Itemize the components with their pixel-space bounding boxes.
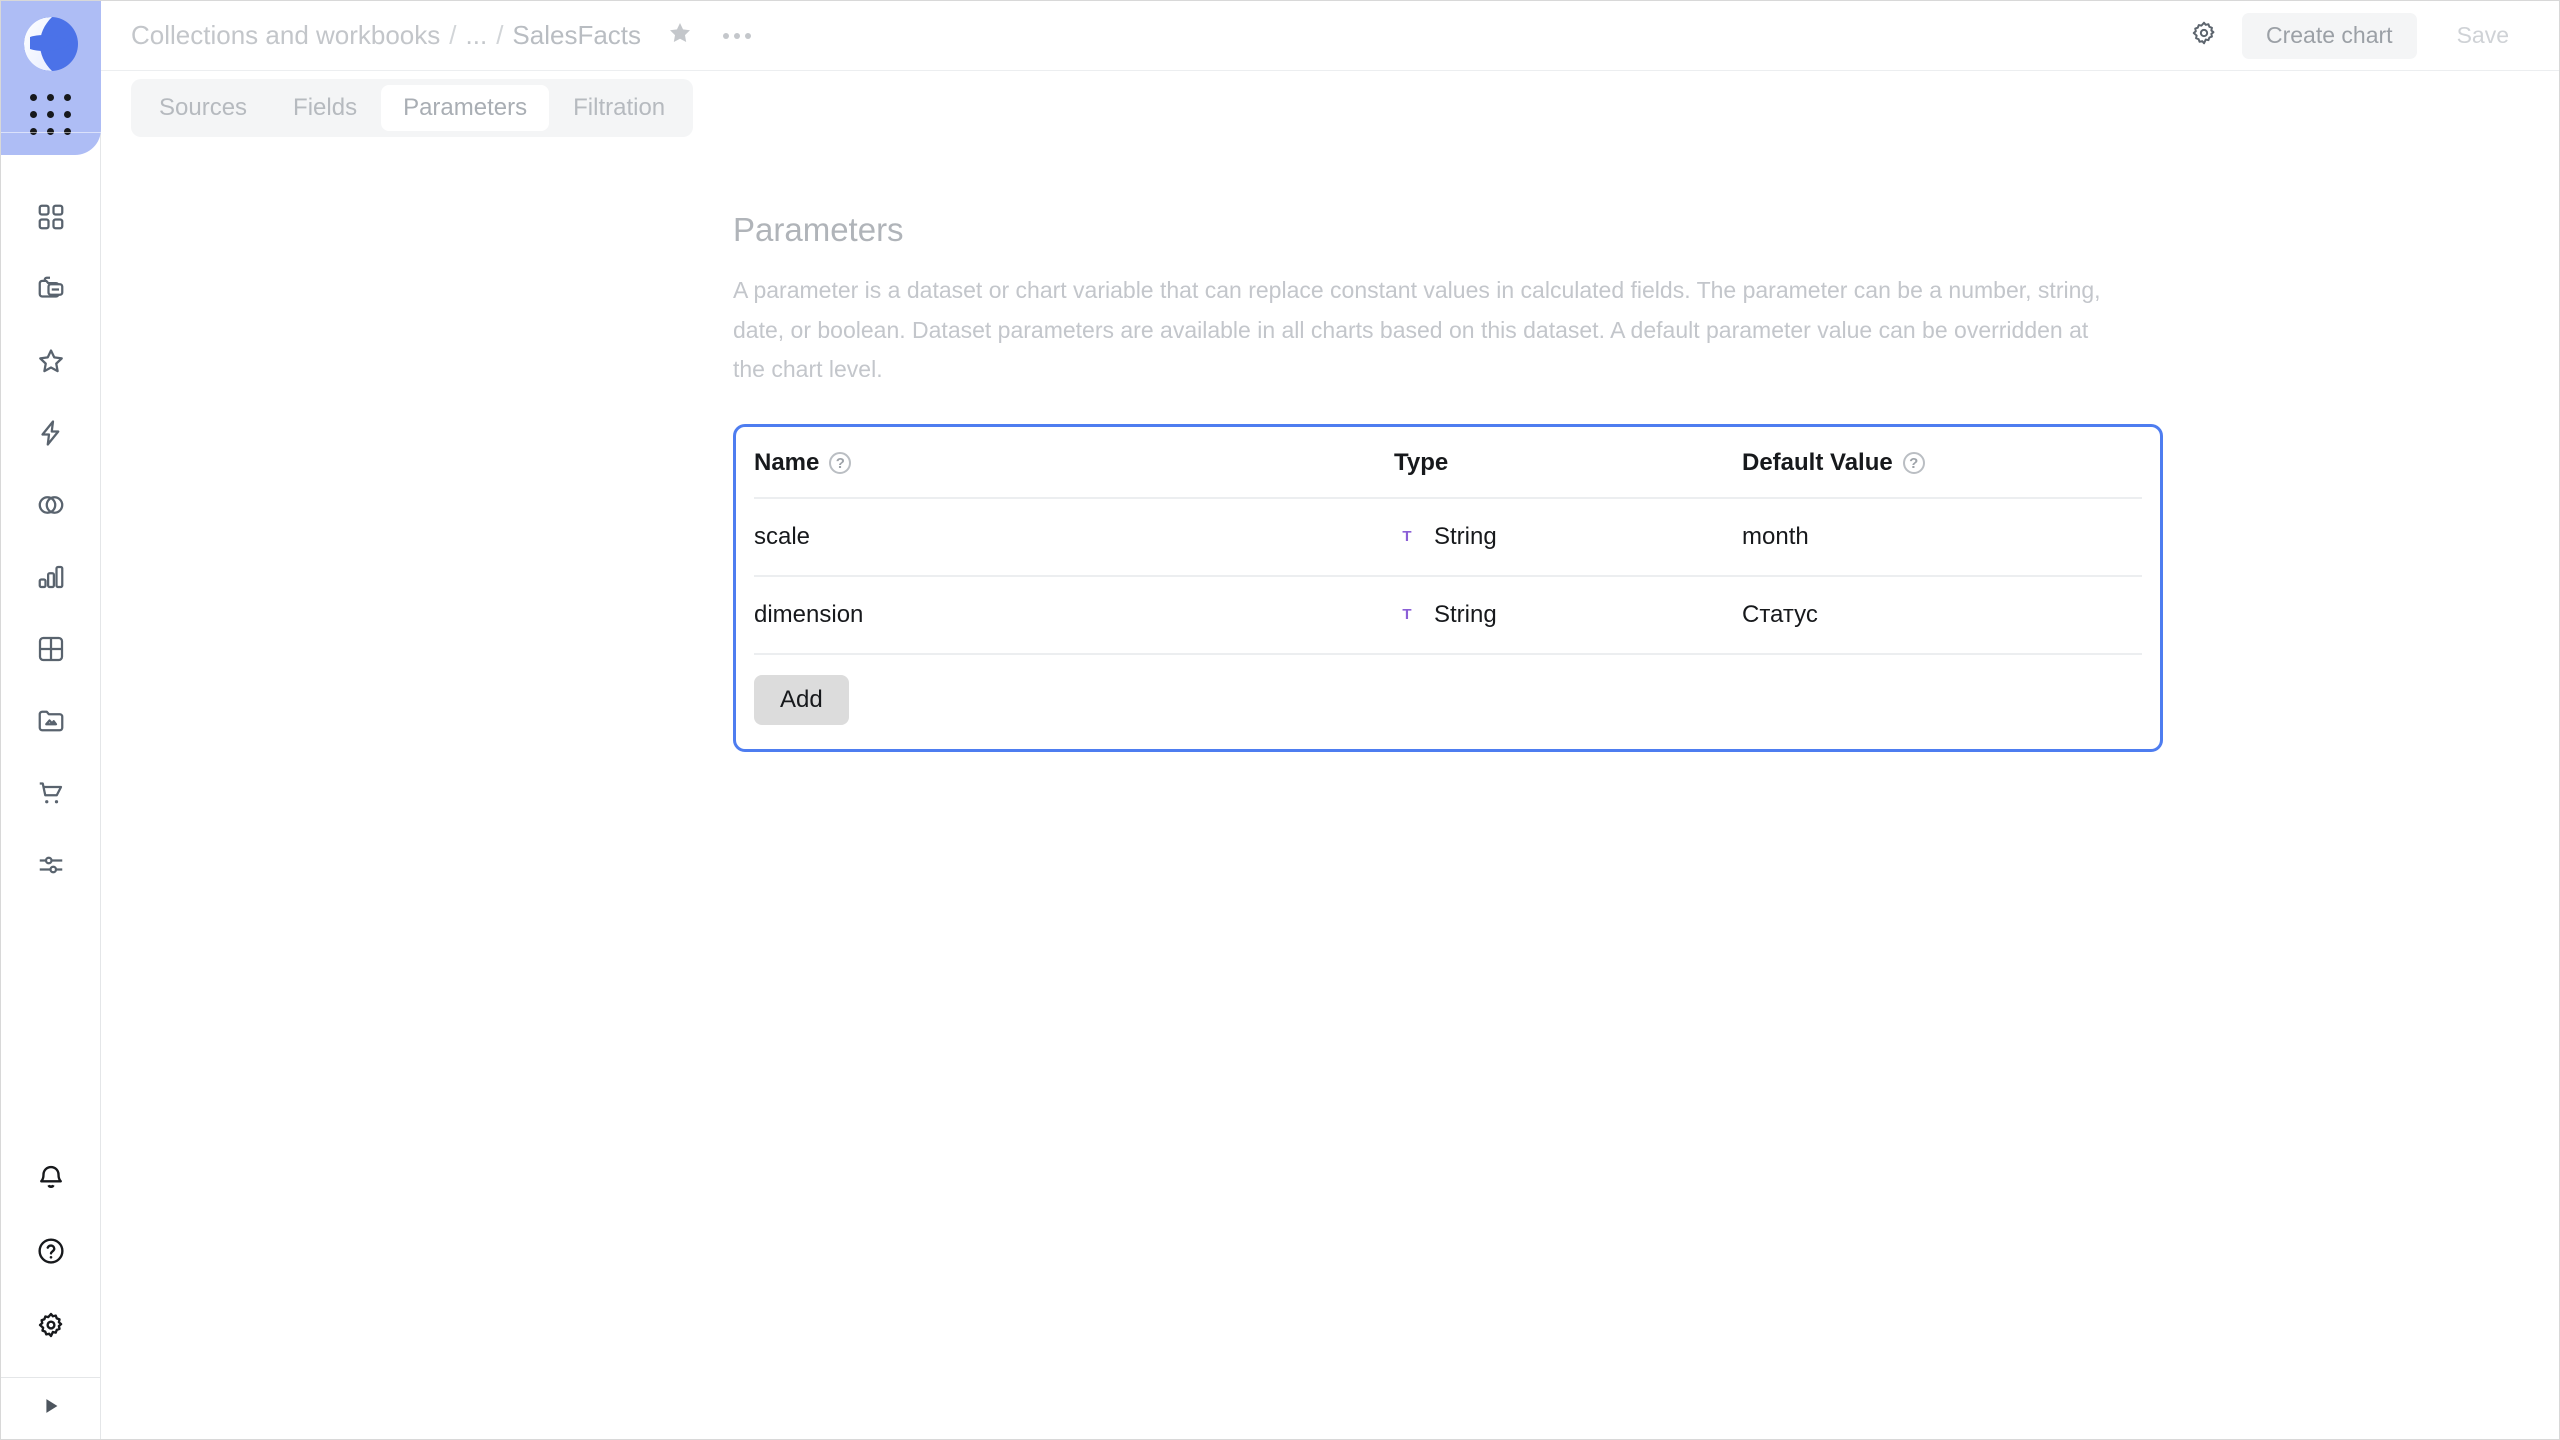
param-default-value-cell[interactable]: Статус (1742, 575, 2142, 655)
string-type-icon: T (1402, 528, 1412, 546)
gear-icon (2190, 19, 2218, 52)
panel-actions: Add (754, 655, 2142, 749)
dataset-settings-button[interactable] (2182, 14, 2226, 58)
star-icon (36, 346, 66, 376)
page-title: Parameters (733, 211, 904, 248)
column-header-default-value: Default Value ? (1742, 426, 2142, 499)
param-name-cell[interactable]: dimension (754, 575, 1394, 655)
datalens-sphere-logo[interactable] (22, 15, 80, 73)
more-actions-button[interactable] (719, 21, 755, 51)
breadcrumb: Collections and workbooks / ... / SalesF… (131, 20, 641, 51)
sidebar-item-dashboards[interactable] (23, 693, 79, 749)
lightning-bolt-icon (36, 418, 66, 448)
save-button[interactable]: Save (2432, 12, 2533, 59)
sidebar-item-notifications[interactable] (23, 1149, 79, 1205)
folder-image-icon (36, 706, 66, 736)
tab-parameters[interactable]: Parameters (381, 85, 550, 131)
add-parameter-button[interactable]: Add (754, 674, 849, 725)
column-header-type-label: Type (1394, 448, 1449, 476)
breadcrumb-root[interactable]: Collections and workbooks (131, 20, 440, 51)
sidebar-item-marketplace[interactable] (23, 765, 79, 821)
bar-chart-icon (36, 562, 66, 592)
venn-circles-icon (36, 490, 66, 520)
parameters-panel[interactable]: Name ? Type Default Value ? scale T Stri… (733, 423, 2163, 752)
param-type-label: String (1434, 522, 1497, 550)
app-window: Collections and workbooks / ... / SalesF… (0, 0, 2560, 1440)
gear-icon (36, 1310, 66, 1340)
tab-filtration[interactable]: Filtration (551, 85, 687, 131)
breadcrumb-ellipsis[interactable]: ... (466, 20, 488, 51)
page-description: A parameter is a dataset or chart variab… (733, 277, 2101, 383)
parameters-page: Parameters A parameter is a dataset or c… (733, 211, 2163, 752)
sidebar-bottom-nav (1, 1149, 100, 1371)
param-type-label: String (1434, 600, 1497, 628)
collections-folder-icon (36, 274, 66, 304)
sidebar-item-datasets[interactable] (23, 477, 79, 533)
table-header-row: Name ? Type Default Value ? (754, 426, 2142, 499)
column-header-default-value-label: Default Value (1742, 448, 1893, 476)
sidebar-item-settings-nav[interactable] (23, 837, 79, 893)
sidebar-item-favorites[interactable] (23, 333, 79, 389)
sidebar-item-overview[interactable] (23, 189, 79, 245)
help-icon[interactable]: ? (829, 451, 852, 474)
dataset-tabs: Sources Fields Parameters Filtration (131, 79, 694, 137)
tab-fields[interactable]: Fields (271, 85, 379, 131)
sidebar-collapse-toggle[interactable] (1, 1377, 100, 1439)
sidebar-item-settings[interactable] (23, 1297, 79, 1353)
param-name-cell[interactable]: scale (754, 497, 1394, 577)
table-grid-icon (36, 634, 66, 664)
more-horizontal-icon (723, 32, 752, 39)
column-header-name-label: Name (754, 448, 820, 476)
content-area: Parameters A parameter is a dataset or c… (101, 145, 2559, 1439)
question-circle-icon (36, 1236, 66, 1266)
apps-grid-icon[interactable] (28, 91, 74, 137)
grid-squares-icon (36, 202, 66, 232)
create-chart-button[interactable]: Create chart (2242, 12, 2417, 59)
help-icon[interactable]: ? (1902, 451, 1925, 474)
param-type-cell[interactable]: T String (1394, 497, 1742, 577)
column-header-name: Name ? (754, 426, 1394, 499)
play-triangle-icon (40, 1395, 62, 1422)
table-row[interactable]: scale T String month (754, 497, 2142, 577)
sidebar-item-tables[interactable] (23, 621, 79, 677)
breadcrumb-current: SalesFacts (512, 20, 642, 50)
parameters-table: Name ? Type Default Value ? scale T Stri… (754, 426, 2142, 655)
sidebar-brand-area (0, 1, 101, 155)
tab-sources[interactable]: Sources (137, 85, 269, 131)
shopping-cart-icon (36, 778, 66, 808)
star-filled-icon (667, 20, 693, 51)
favorite-star-button[interactable] (663, 19, 697, 53)
bell-icon (36, 1162, 66, 1192)
param-default-value-cell[interactable]: month (1742, 497, 2142, 577)
header-actions: Create chart Save (2182, 12, 2533, 59)
dataset-tabs-bar: Sources Fields Parameters Filtration (101, 71, 2559, 145)
sliders-icon (36, 850, 66, 880)
param-type-cell[interactable]: T String (1394, 575, 1742, 655)
sidebar-item-charts[interactable] (23, 549, 79, 605)
breadcrumb-separator-2: / (496, 20, 504, 50)
table-row[interactable]: dimension T String Статус (754, 575, 2142, 655)
sidebar-item-help[interactable] (23, 1223, 79, 1279)
sidebar-item-connections[interactable] (23, 405, 79, 461)
left-sidebar (0, 1, 101, 1439)
sidebar-nav (1, 189, 100, 909)
main-area: Collections and workbooks / ... / SalesF… (101, 1, 2559, 1439)
string-type-icon: T (1402, 606, 1412, 624)
breadcrumb-separator: / (449, 20, 457, 50)
column-header-type: Type (1394, 426, 1742, 499)
sidebar-item-collections[interactable] (23, 261, 79, 317)
top-header: Collections and workbooks / ... / SalesF… (101, 1, 2559, 71)
